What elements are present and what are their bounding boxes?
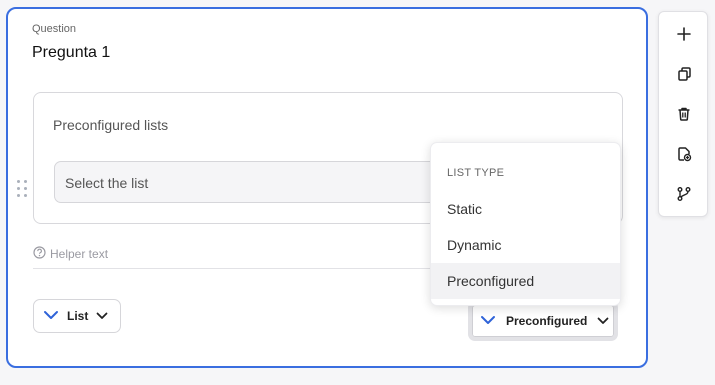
list-type-label: List: [67, 309, 89, 323]
select-placeholder: Select the list: [65, 175, 149, 191]
list-type-dropdown: LIST TYPE Static Dynamic Preconfigured: [430, 142, 621, 306]
helper-text-label: Helper text: [50, 247, 109, 261]
option-dynamic[interactable]: Dynamic: [431, 227, 620, 263]
option-static[interactable]: Static: [431, 191, 620, 227]
helper-divider: [33, 268, 433, 269]
preconfigured-button[interactable]: Preconfigured: [468, 301, 618, 341]
list-select[interactable]: Select the list: [54, 161, 474, 203]
helper-text[interactable]: Helper text: [33, 246, 108, 262]
chevron-down-icon: [43, 309, 59, 323]
question-title[interactable]: Pregunta 1: [32, 44, 110, 62]
plus-icon[interactable]: [671, 21, 697, 47]
option-preconfigured[interactable]: Preconfigured: [431, 263, 620, 299]
add-page-icon[interactable]: [671, 141, 697, 167]
copy-icon[interactable]: [671, 61, 697, 87]
drag-handle-icon[interactable]: [17, 180, 29, 198]
side-toolbar: [658, 11, 708, 217]
chevron-down-icon: [480, 314, 496, 328]
question-label: Question: [32, 23, 77, 35]
preconfigured-label: Preconfigured: [506, 314, 588, 328]
chevron-down-icon: [597, 314, 609, 328]
list-type-button[interactable]: List: [33, 299, 121, 333]
panel-label: Preconfigured lists: [53, 117, 169, 133]
trash-icon[interactable]: [671, 101, 697, 127]
dropdown-header: LIST TYPE: [447, 167, 505, 179]
help-circle-icon: [33, 246, 46, 262]
branch-icon[interactable]: [671, 181, 697, 207]
chevron-down-icon: [96, 309, 108, 323]
